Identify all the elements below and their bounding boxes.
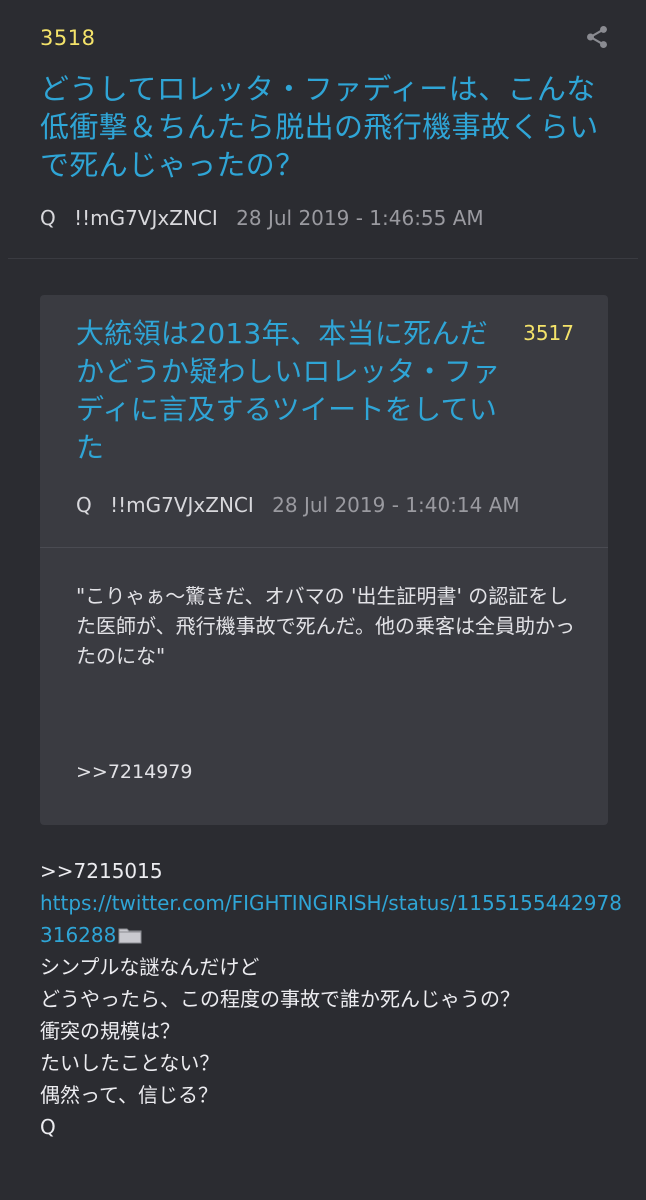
post-author: Q: [40, 206, 56, 230]
body-line: たいしたことない？: [40, 1051, 220, 1075]
post-timestamp: 28 Jul 2019 - 1:46:55 AM: [236, 206, 484, 230]
quoted-post-meta: Q !!mG7VJxZNCI 28 Jul 2019 - 1:40:14 AM: [76, 493, 520, 517]
post-reference[interactable]: >>7215015: [40, 855, 630, 887]
post-body: >>7215015 https://twitter.com/FIGHTINGIR…: [40, 855, 630, 1143]
body-line: 衝突の規模は？: [40, 1019, 180, 1043]
quoted-post-title: 大統領は2013年、本当に死んだかどうか疑わしいロレッタ・ファディに言及するツイ…: [76, 317, 501, 464]
tweet-link[interactable]: https://twitter.com/FIGHTINGIRISH/status…: [40, 887, 630, 951]
quoted-post-timestamp: 28 Jul 2019 - 1:40:14 AM: [272, 493, 520, 517]
body-line: どうやったら、この程度の事故で誰か死んじゃうの？: [40, 987, 520, 1011]
share-icon[interactable]: [584, 24, 610, 50]
post: 3518 どうしてロレッタ・ファディーは、こんな低衝撃＆ちんたら脱出の飛行機事故…: [8, 0, 638, 1200]
quoted-post[interactable]: 大統領は2013年、本当に死んだかどうか疑わしいロレッタ・ファディに言及するツイ…: [40, 295, 608, 825]
post-tripcode: !!mG7VJxZNCI: [74, 206, 218, 230]
quoted-post-body: "こりゃぁ〜驚きだ、オバマの '出生証明書' の認証をした医師が、飛行機事故で死…: [76, 584, 575, 668]
quoted-post-number[interactable]: 3517: [523, 321, 574, 345]
quoted-post-author: Q: [76, 493, 92, 517]
post-number[interactable]: 3518: [40, 26, 95, 50]
quoted-post-divider: [40, 547, 608, 548]
post-meta: Q !!mG7VJxZNCI 28 Jul 2019 - 1:46:55 AM: [40, 206, 484, 230]
body-line: シンプルな謎なんだけど: [40, 955, 260, 979]
quoted-post-reference[interactable]: >>7214979: [76, 761, 192, 783]
post-title: どうしてロレッタ・ファディーは、こんな低衝撃＆ちんたら脱出の飛行機事故くらいで死…: [40, 72, 599, 182]
body-signature: Q: [40, 1115, 56, 1139]
folder-icon[interactable]: [118, 926, 142, 944]
quoted-post-tripcode: !!mG7VJxZNCI: [110, 493, 254, 517]
body-line: 偶然って、信じる？: [40, 1083, 218, 1107]
header-divider: [8, 258, 638, 259]
